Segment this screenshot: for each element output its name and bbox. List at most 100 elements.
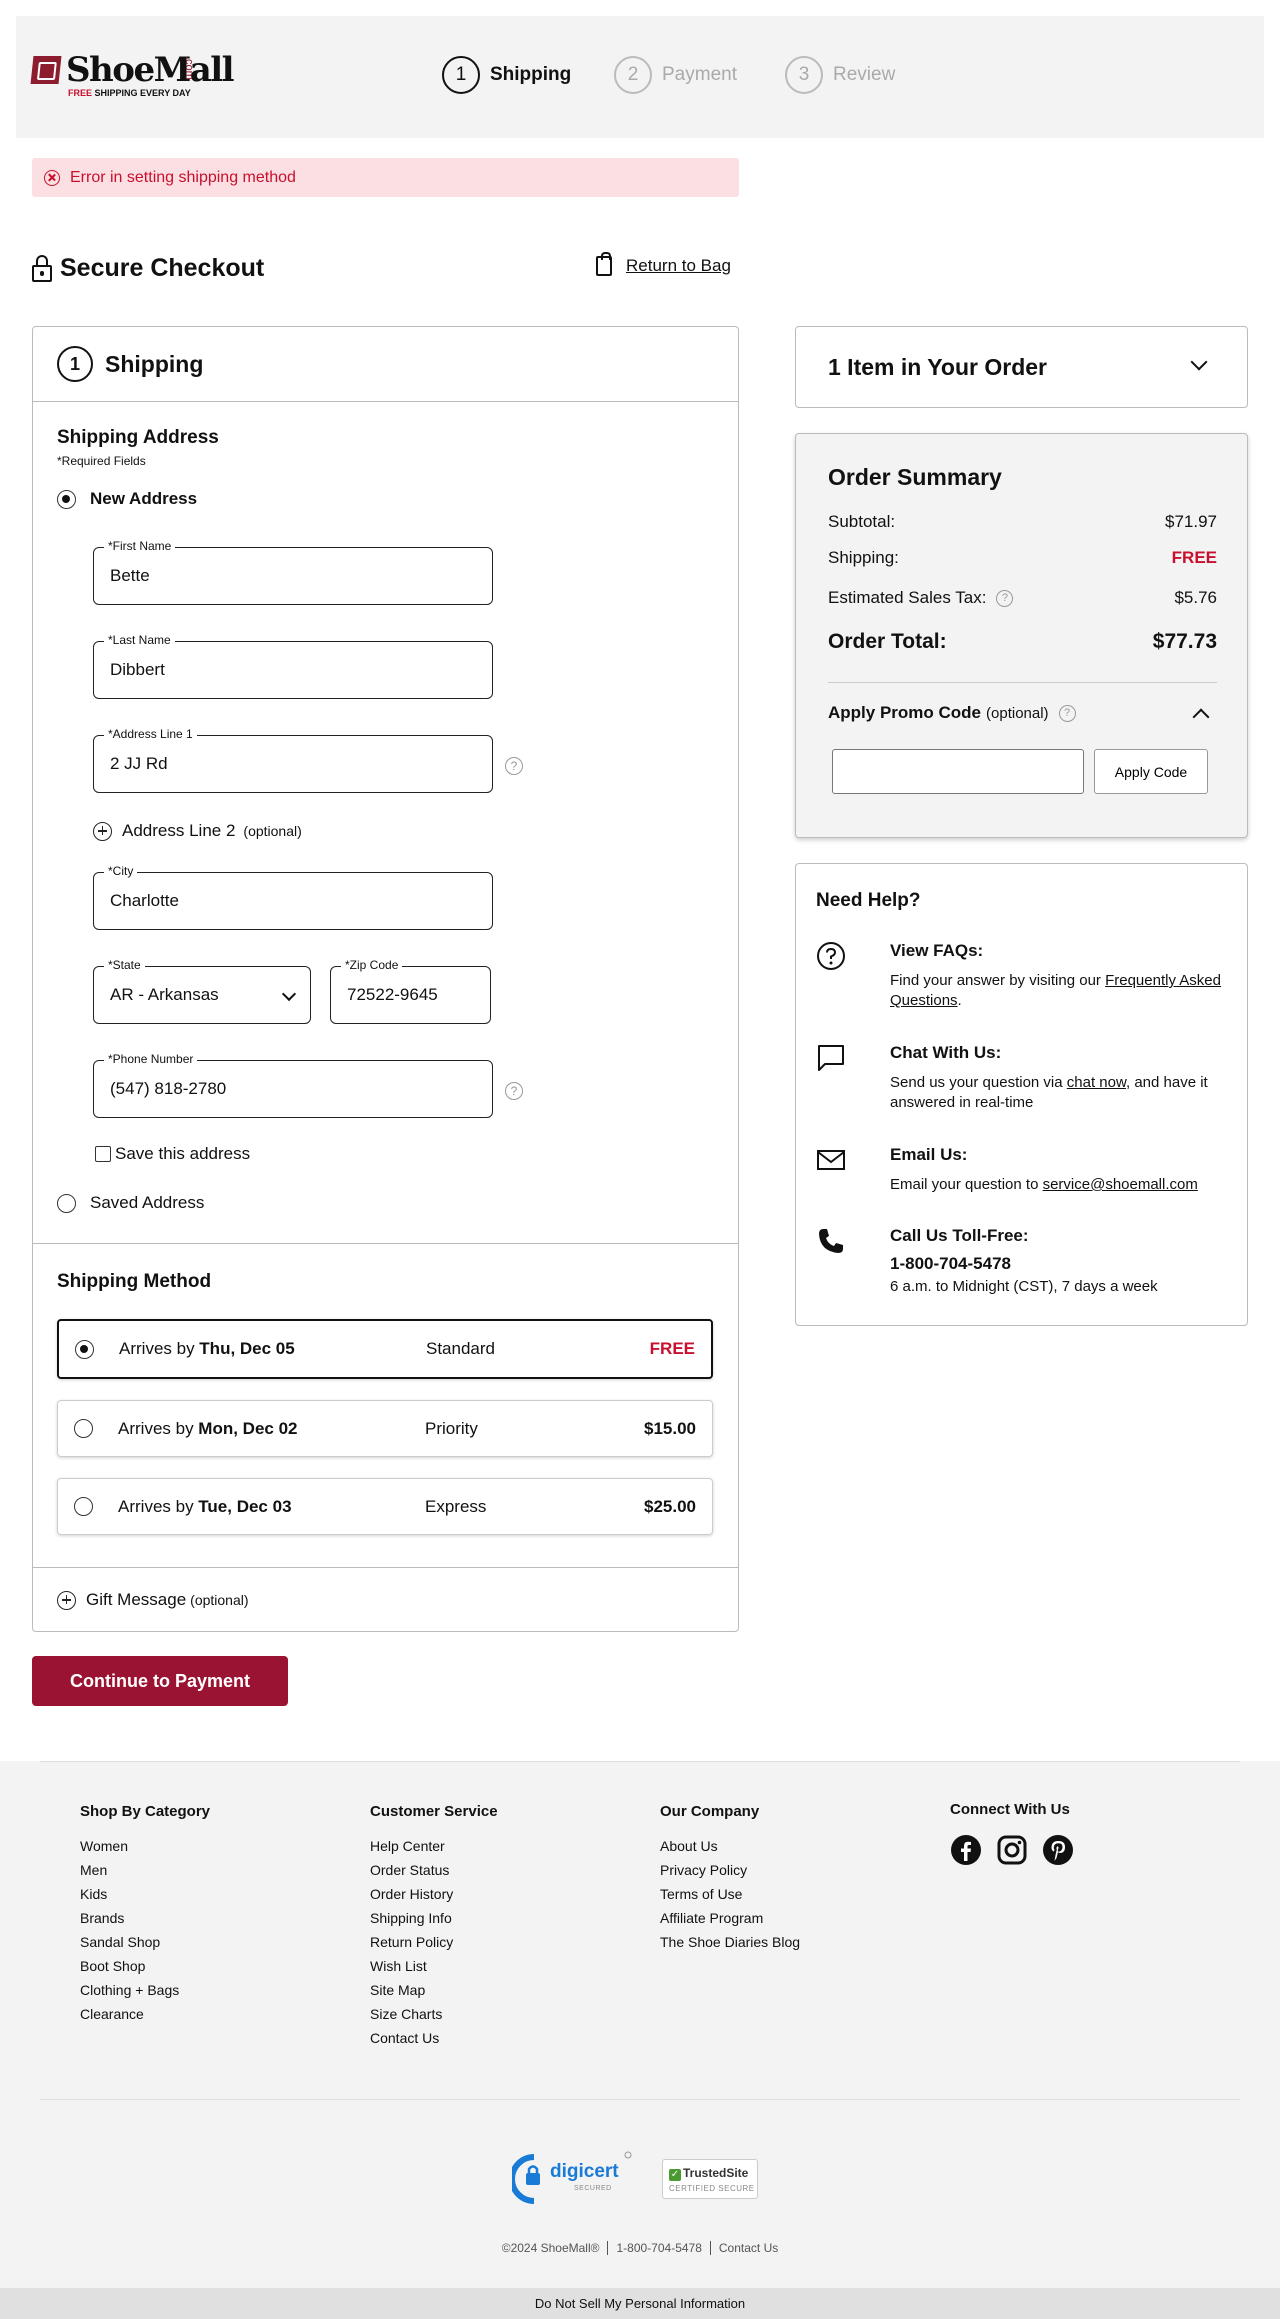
instagram-icon[interactable] — [996, 1834, 1028, 1866]
footer-link[interactable]: Brands — [80, 1910, 210, 1934]
promo-help-icon[interactable]: ? — [1058, 704, 1076, 722]
footer-link[interactable]: Help Center — [370, 1838, 498, 1862]
footer-link[interactable]: Terms of Use — [660, 1886, 800, 1910]
phone-number-label: *Phone Number — [104, 1052, 198, 1066]
footer-link[interactable]: Kids — [80, 1886, 210, 1910]
new-address-radio[interactable] — [57, 489, 76, 509]
checkmark-icon: ✓ — [669, 2169, 681, 2181]
shipping-method-radio[interactable] — [74, 1419, 93, 1438]
return-to-bag-link[interactable]: Return to Bag — [596, 252, 731, 276]
footer-link[interactable]: Sandal Shop — [80, 1934, 210, 1958]
footer-phone[interactable]: 1-800-704-5478 — [608, 2241, 711, 2255]
footer-link[interactable]: Site Map — [370, 1982, 498, 2006]
do-not-sell-link[interactable]: Do Not Sell My Personal Information — [0, 2288, 1280, 2319]
chevron-up-icon[interactable] — [1192, 708, 1210, 726]
footer-divider — [40, 2099, 1240, 2100]
saved-address-option[interactable]: Saved Address — [57, 1193, 204, 1213]
footer-link[interactable]: Clearance — [80, 2006, 210, 2030]
email-text: Email your question to service@shoemall.… — [890, 1175, 1240, 1195]
state-select[interactable]: *State AR - Arkansas — [93, 958, 311, 1024]
tax-help-icon[interactable]: ? — [996, 589, 1014, 607]
footer-link[interactable]: The Shoe Diaries Blog — [660, 1934, 800, 1958]
promo-code-input[interactable] — [832, 749, 1084, 794]
continue-to-payment-button[interactable]: Continue to Payment — [32, 1656, 288, 1706]
arrives-prefix: Arrives by — [118, 1418, 199, 1438]
footer-link[interactable]: About Us — [660, 1838, 800, 1862]
phone-number-field[interactable]: *Phone Number (547) 818-2780 — [93, 1052, 493, 1118]
email-title: Email Us: — [890, 1145, 968, 1164]
first-name-field[interactable]: *First Name Bette — [93, 539, 493, 605]
footer-link[interactable]: Men — [80, 1862, 210, 1886]
arrives-prefix: Arrives by — [118, 1496, 199, 1516]
address-line1-field[interactable]: *Address Line 1 2 JJ Rd — [93, 727, 493, 793]
footer-link[interactable]: Boot Shop — [80, 1958, 210, 1982]
saved-address-radio[interactable] — [57, 1193, 76, 1213]
method-type: Priority — [425, 1418, 478, 1438]
tax-row: Estimated Sales Tax:? $5.76 — [828, 588, 1217, 608]
order-items-toggle[interactable]: 1 Item in Your Order — [795, 326, 1248, 408]
arrives-date: Thu, Dec 05 — [199, 1339, 295, 1358]
address-help-icon[interactable]: ? — [505, 757, 523, 775]
site-header: ShoeMall .com FREE SHIPPING EVERY DAY 1 … — [16, 16, 1264, 138]
footer-link[interactable]: Return Policy — [370, 1934, 498, 1958]
chat-now-link[interactable]: chat now — [1067, 1074, 1126, 1091]
faq-text: Find your answer by visiting our Frequen… — [890, 971, 1240, 1011]
shipping-panel-title: Shipping — [105, 350, 204, 377]
footer-col-connect: Connect With Us — [950, 1801, 1074, 1866]
shipping-method-standard[interactable]: Arrives by Thu, Dec 05 Standard FREE — [57, 1319, 713, 1379]
method-type: Standard — [426, 1339, 495, 1358]
zip-code-field[interactable]: *Zip Code 72522-9645 — [330, 958, 491, 1024]
step-label: Shipping — [490, 64, 572, 85]
footer-link[interactable]: Clothing + Bags — [80, 1982, 210, 2006]
phone-help-icon[interactable]: ? — [505, 1082, 523, 1100]
site-footer: Shop By Category Women Men Kids Brands S… — [0, 1761, 1280, 2319]
shipping-method-priority[interactable]: Arrives by Mon, Dec 02 Priority $15.00 — [57, 1400, 713, 1457]
footer-col-title: Connect With Us — [950, 1801, 1070, 1818]
call-phone-number[interactable]: 1-800-704-5478 — [890, 1254, 1011, 1274]
footer-link[interactable]: Order History — [370, 1886, 498, 1910]
order-total-value: $77.73 — [1152, 630, 1217, 653]
step-shipping: 1 Shipping — [442, 56, 571, 94]
footer-link[interactable]: Wish List — [370, 1958, 498, 1982]
footer-link[interactable]: Size Charts — [370, 2006, 498, 2030]
apply-code-button[interactable]: Apply Code — [1094, 749, 1208, 794]
shipping-method-express[interactable]: Arrives by Tue, Dec 03 Express $25.00 — [57, 1478, 713, 1535]
footer-link[interactable]: Privacy Policy — [660, 1862, 800, 1886]
footer-contact-link[interactable]: Contact Us — [711, 2241, 786, 2255]
footer-col-shop: Shop By Category Women Men Kids Brands S… — [80, 1803, 210, 2030]
footer-link[interactable]: Contact Us — [370, 2030, 498, 2054]
footer-link[interactable]: Women — [80, 1838, 210, 1862]
shipping-method-radio[interactable] — [74, 1497, 93, 1516]
chat-bubble-icon — [818, 1045, 844, 1071]
phone-number-value: (547) 818-2780 — [110, 1079, 227, 1098]
shipping-row: Shipping: FREE — [828, 548, 1217, 568]
footer-link[interactable]: Affiliate Program — [660, 1910, 800, 1934]
shipping-label: Shipping: — [828, 548, 899, 567]
email-link[interactable]: service@shoemall.com — [1043, 1176, 1198, 1193]
question-circle-icon — [817, 942, 845, 970]
need-help-title: Need Help? — [816, 890, 921, 911]
city-field[interactable]: *City Charlotte — [93, 864, 493, 930]
facebook-icon[interactable] — [950, 1834, 982, 1866]
promo-code-toggle[interactable]: Apply Promo Code (optional) ? — [828, 703, 1076, 723]
chevron-down-icon — [1190, 353, 1208, 371]
shipping-method-radio[interactable] — [75, 1339, 94, 1359]
save-address-checkbox[interactable] — [95, 1146, 111, 1162]
save-address-option[interactable]: Save this address — [95, 1144, 250, 1164]
subtotal-row: Subtotal: $71.97 — [828, 512, 1217, 532]
chat-title: Chat With Us: — [890, 1043, 1002, 1062]
footer-legal: ©2024 ShoeMall® 1-800-704-5478 Contact U… — [0, 2241, 1280, 2255]
add-address-line2[interactable]: Address Line 2 (optional) — [93, 821, 302, 841]
trustedsite-badge[interactable]: ✓ TrustedSite CERTIFIED SECURE — [662, 2159, 758, 2199]
pinterest-icon[interactable] — [1042, 1834, 1074, 1866]
footer-link[interactable]: Shipping Info — [370, 1910, 498, 1934]
footer-link[interactable]: Order Status — [370, 1862, 498, 1886]
last-name-field[interactable]: *Last Name Dibbert — [93, 633, 493, 699]
gift-message-toggle[interactable]: Gift Message (optional) — [57, 1590, 249, 1610]
new-address-option[interactable]: New Address — [57, 489, 197, 509]
lock-icon — [32, 254, 52, 283]
city-label: *City — [104, 864, 138, 878]
step-number: 3 — [785, 56, 823, 94]
checkout-steps: 1 Shipping 2 Payment 3 Review — [16, 56, 1264, 96]
shipping-method-title: Shipping Method — [57, 1271, 212, 1292]
